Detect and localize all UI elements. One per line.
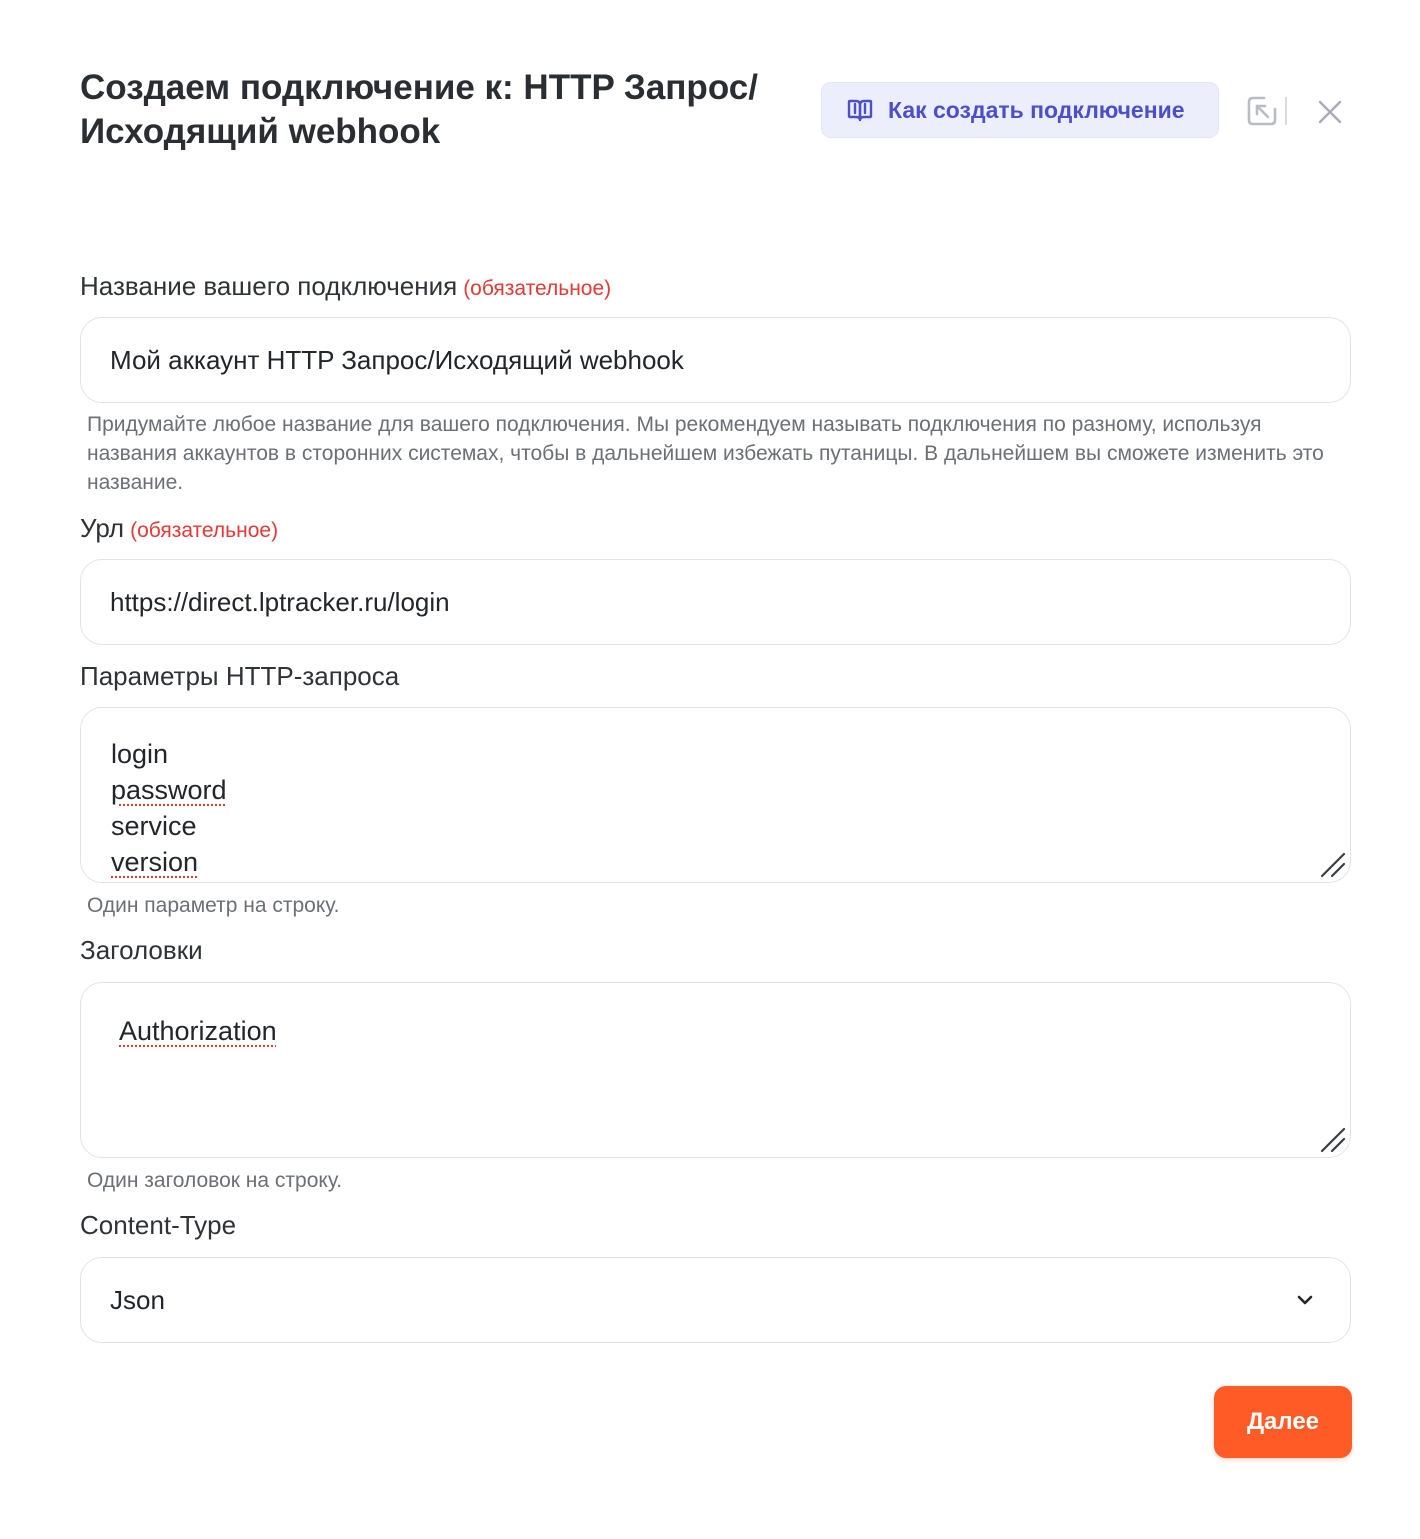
chevron-down-icon (1294, 1289, 1316, 1311)
headers-help: Один заголовок на строку. (87, 1169, 343, 1192)
collapse-icon[interactable] (1244, 93, 1280, 129)
url-label: Урл (обязательное) (80, 512, 278, 547)
how-to-create-connection-button[interactable]: Как создать подключение (821, 82, 1219, 138)
connection-name-help: Придумайте любое название для вашего под… (87, 413, 1324, 494)
required-tag: (обязательное) (463, 277, 612, 300)
headers-line: Authorization (119, 1016, 277, 1046)
headers-label: Заголовки (80, 935, 203, 965)
connection-name-label-text: Название вашего подключения (80, 271, 458, 301)
params-line: service (111, 811, 197, 841)
content-type-select[interactable]: Json (80, 1257, 1351, 1343)
resize-handle-icon[interactable] (1318, 1125, 1348, 1155)
required-tag: (обязательное) (130, 519, 279, 542)
content-type-label: Content-Type (80, 1210, 237, 1240)
params-lines: login password service version (111, 736, 227, 880)
params-line: password (111, 775, 227, 805)
url-input[interactable]: https://direct.lptracker.ru/login (80, 559, 1351, 645)
params-line: version (111, 847, 199, 877)
connection-name-input[interactable]: Мой аккаунт HTTP Запрос/Исходящий webhoo… (80, 317, 1351, 403)
content-type-value: Json (110, 1284, 165, 1315)
dialog-title: Создаем подключение к: HTTP Запрос/ Исхо… (80, 68, 758, 151)
params-label: Параметры HTTP-запроса (80, 661, 400, 691)
header-divider (1285, 97, 1287, 125)
headers-lines: Authorization (119, 1013, 277, 1049)
connection-name-value: Мой аккаунт HTTP Запрос/Исходящий webhoo… (110, 344, 684, 375)
connection-name-label: Название вашего подключения (обязательное… (80, 270, 611, 305)
close-icon[interactable] (1314, 96, 1346, 128)
headers-textarea[interactable]: Authorization (80, 982, 1351, 1158)
next-button[interactable]: Далее (1214, 1386, 1352, 1458)
params-textarea[interactable]: login password service version (80, 707, 1351, 883)
params-line: login (111, 739, 169, 769)
url-value: https://direct.lptracker.ru/login (110, 586, 450, 617)
params-help: Один параметр на строку. (87, 894, 340, 917)
connection-dialog: Создаем подключение к: HTTP Запрос/ Исхо… (0, 0, 1420, 1539)
book-icon (846, 96, 874, 124)
resize-handle-icon[interactable] (1318, 850, 1348, 880)
how-to-create-connection-label: Как создать подключение (888, 96, 1185, 123)
url-label-text: Урл (80, 513, 125, 543)
